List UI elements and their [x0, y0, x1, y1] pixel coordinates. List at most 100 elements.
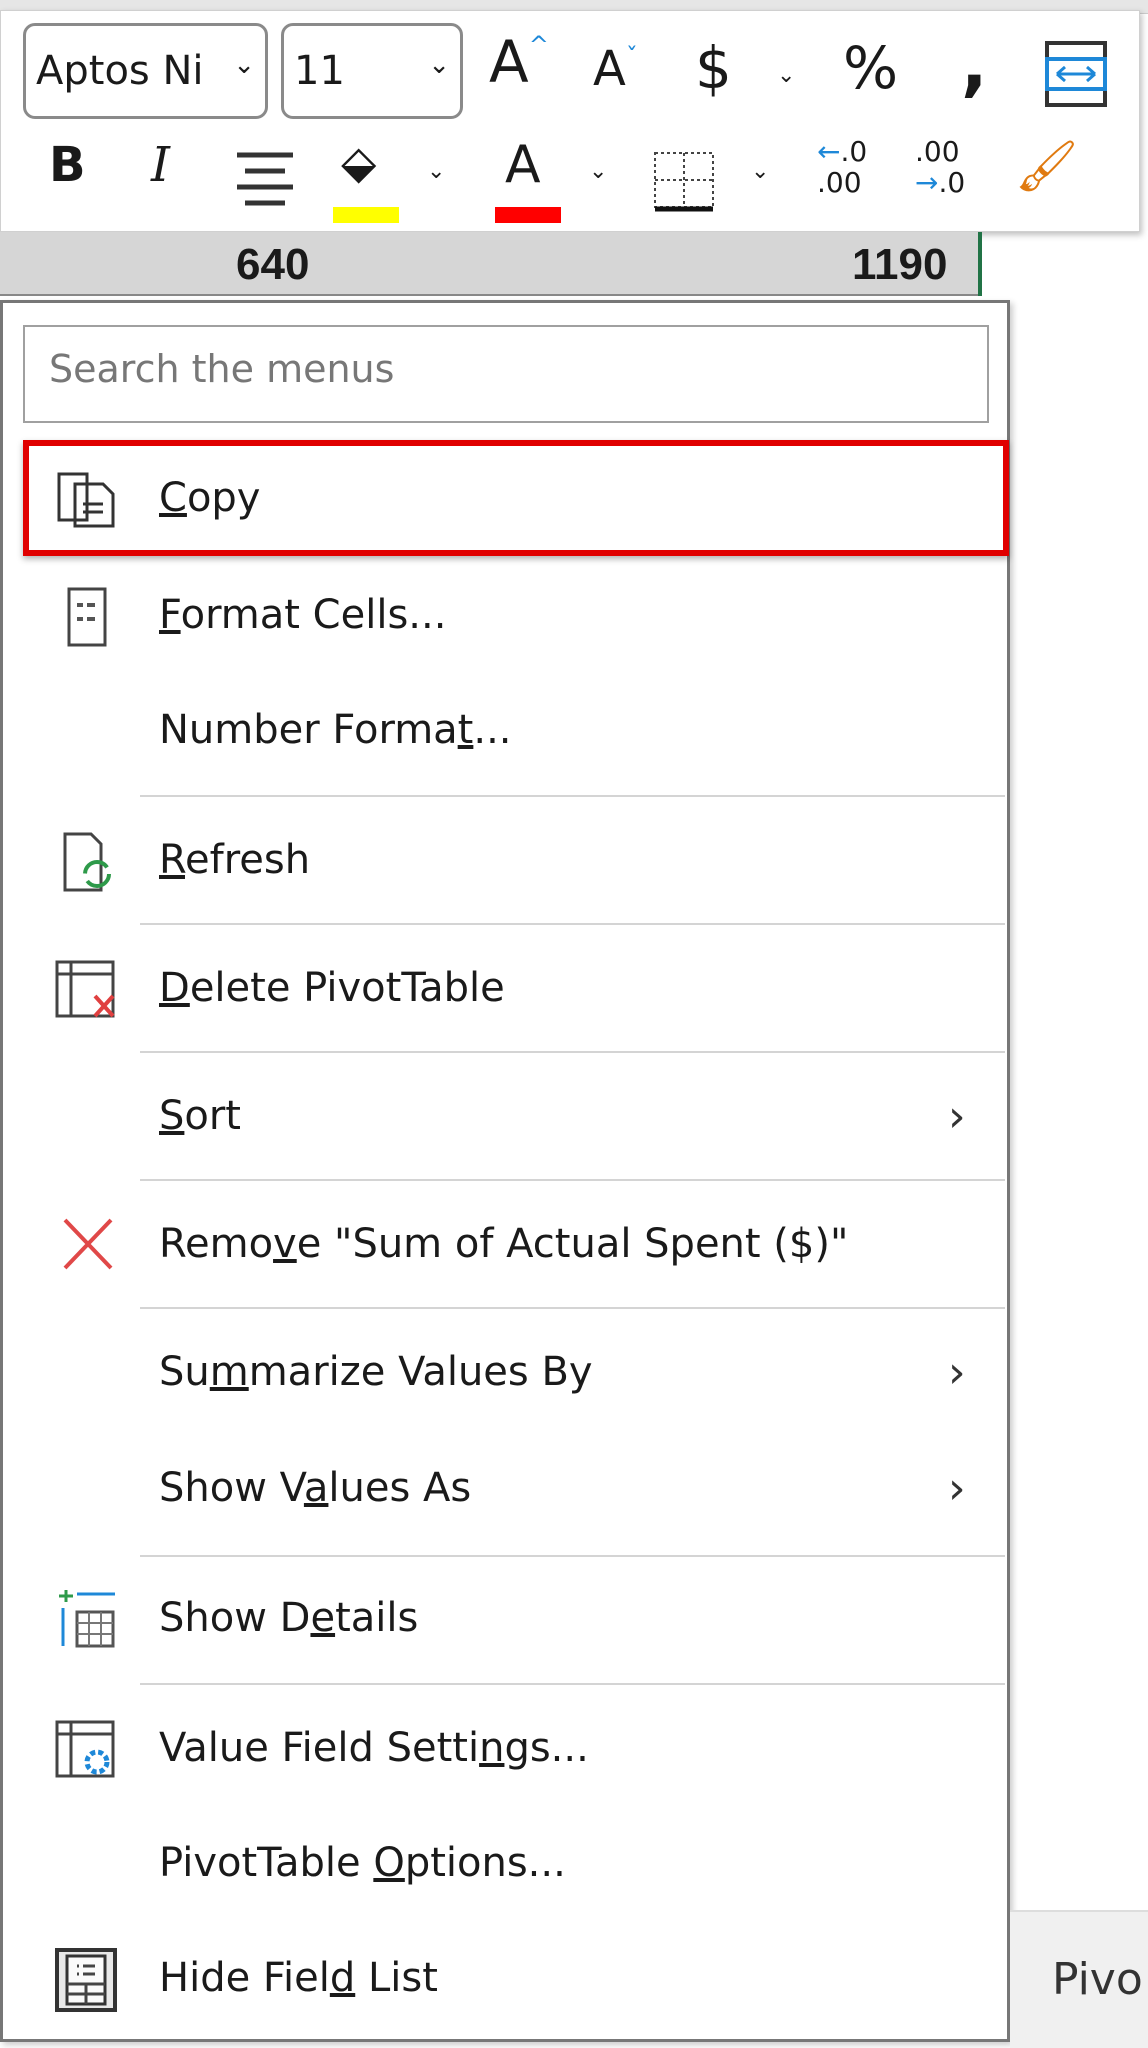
- label-text: Show V: [159, 1465, 304, 1511]
- copy-icon: [57, 472, 115, 528]
- accelerator-key: e: [310, 1595, 336, 1641]
- fill-color-swatch: [333, 207, 399, 223]
- label-text: e "Sum of Actual Spent ($)": [296, 1221, 849, 1267]
- label-text: Remo: [159, 1221, 274, 1267]
- label-text: ...: [473, 707, 512, 753]
- format-painter-icon[interactable]: 🖌: [1015, 141, 1078, 191]
- refresh-icon: [63, 832, 111, 892]
- menu-item-show-values-as[interactable]: Show Values As ›: [3, 1432, 1007, 1544]
- accelerator-key: t: [457, 707, 474, 753]
- remove-x-icon: [63, 1218, 113, 1270]
- accelerator-key: O: [373, 1840, 405, 1886]
- menu-separator: [140, 1555, 1005, 1557]
- font-color-swatch: [495, 207, 561, 223]
- accelerator-key: d: [329, 1955, 356, 2001]
- cell-value[interactable]: 640: [236, 240, 309, 290]
- borders-icon[interactable]: [653, 151, 717, 213]
- field-list-icon: [55, 1948, 117, 2012]
- accelerator-key: R: [159, 837, 185, 883]
- chevron-down-icon[interactable]: ⌄: [777, 63, 795, 88]
- center-align-icon[interactable]: [235, 151, 295, 211]
- pivot-total-row[interactable]: 640 1190: [0, 232, 980, 296]
- menu-separator: [140, 1051, 1005, 1053]
- accelerator-key: F: [159, 592, 181, 638]
- menu-item-show-details[interactable]: Show Details: [3, 1562, 1007, 1674]
- label-text: tails: [335, 1595, 419, 1641]
- currency-icon[interactable]: $: [695, 39, 732, 97]
- cell-value[interactable]: 1190: [852, 240, 947, 290]
- accelerator-key: a: [303, 1465, 329, 1511]
- menu-item-remove-field[interactable]: Remove "Sum of Actual Spent ($)": [3, 1188, 1007, 1300]
- label-text: Show D: [159, 1595, 311, 1641]
- menu-separator: [140, 1307, 1005, 1309]
- wrap-text-icon[interactable]: [1045, 41, 1107, 107]
- chevron-right-icon: ›: [948, 1462, 966, 1514]
- menu-item-number-format[interactable]: Number Format...: [3, 674, 1007, 786]
- show-details-icon: [59, 1590, 115, 1648]
- menu-item-format-cells[interactable]: Format Cells...: [3, 559, 1007, 671]
- menu-item-sort[interactable]: Sort ›: [3, 1060, 1007, 1172]
- label-text: PivotTable: [159, 1840, 374, 1886]
- font-color-icon[interactable]: A: [505, 139, 541, 191]
- font-size-combo[interactable]: 11 ⌄: [281, 23, 463, 119]
- accelerator-key: n: [479, 1725, 505, 1771]
- context-menu: Search the menus Copy Format Cells... Nu…: [0, 300, 1010, 2042]
- menu-separator: [140, 1683, 1005, 1685]
- accelerator-key: m: [209, 1349, 249, 1395]
- menu-separator: [140, 923, 1005, 925]
- spreadsheet-background: Aptos Ni ⌄ 11 ⌄ A^ Aˇ $ ⌄ % , B I ⬙ ⌄ A …: [0, 0, 1148, 2048]
- label-text: ort: [184, 1093, 241, 1139]
- label-text: lues As: [328, 1465, 472, 1511]
- chevron-down-icon[interactable]: ⌄: [751, 159, 769, 184]
- label-text: Number Forma: [159, 707, 458, 753]
- chevron-down-icon[interactable]: ⌄: [427, 159, 445, 184]
- search-menus-input[interactable]: Search the menus: [23, 325, 989, 423]
- pivot-pane-tab-strip: Pivo: [1010, 1910, 1148, 2048]
- label-text: Su: [159, 1349, 210, 1395]
- chevron-down-icon[interactable]: ⌄: [589, 159, 607, 184]
- percent-icon[interactable]: %: [843, 39, 898, 97]
- menu-separator: [140, 1179, 1005, 1181]
- accelerator-key: C: [159, 475, 187, 521]
- increase-decimal-icon[interactable]: ←.0.00: [817, 136, 867, 199]
- menu-item-refresh[interactable]: Refresh: [3, 804, 1007, 916]
- label-text: Value Field Setti: [159, 1725, 480, 1771]
- selection-border: [978, 232, 982, 296]
- label-text: ptions...: [404, 1840, 566, 1886]
- label-text: marize Values By: [248, 1349, 593, 1395]
- delete-pivottable-icon: [55, 960, 115, 1018]
- accelerator-key: D: [159, 965, 190, 1011]
- mini-toolbar: Aptos Ni ⌄ 11 ⌄ A^ Aˇ $ ⌄ % , B I ⬙ ⌄ A …: [0, 10, 1140, 232]
- accelerator-key: S: [159, 1093, 185, 1139]
- label-text: List: [355, 1955, 438, 2001]
- menu-item-pivottable-options[interactable]: PivotTable Options...: [3, 1807, 1007, 1919]
- chevron-down-icon[interactable]: ⌄: [233, 50, 255, 80]
- format-cells-icon: [67, 587, 107, 647]
- fill-color-icon[interactable]: ⬙: [341, 139, 376, 185]
- bold-icon[interactable]: B: [49, 141, 86, 189]
- menu-item-copy[interactable]: Copy: [3, 442, 1007, 554]
- menu-item-summarize-values-by[interactable]: Summarize Values By ›: [3, 1316, 1007, 1428]
- value-field-settings-icon: [55, 1720, 115, 1778]
- decrease-font-size-icon[interactable]: Aˇ: [593, 45, 638, 93]
- chevron-right-icon: ›: [948, 1090, 966, 1142]
- menu-item-hide-field-list[interactable]: Hide Field List: [3, 1922, 1007, 2034]
- menu-item-delete-pivottable[interactable]: Delete PivotTable: [3, 932, 1007, 1044]
- accelerator-key: v: [273, 1221, 297, 1267]
- menu-item-value-field-settings[interactable]: Value Field Settings...: [3, 1692, 1007, 1804]
- comma-style-icon[interactable]: ,: [961, 29, 988, 99]
- label-text: elete PivotTable: [189, 965, 505, 1011]
- increase-font-size-icon[interactable]: A^: [489, 33, 549, 91]
- font-size-value: 11: [294, 48, 345, 94]
- font-name-value: Aptos Ni: [36, 48, 204, 94]
- pivot-pane-label[interactable]: Pivo: [1052, 1954, 1143, 2005]
- chevron-right-icon: ›: [948, 1346, 966, 1398]
- font-name-combo[interactable]: Aptos Ni ⌄: [23, 23, 268, 119]
- label-text: opy: [186, 475, 261, 521]
- decrease-decimal-icon[interactable]: .00 →.0: [915, 136, 965, 199]
- chevron-down-icon[interactable]: ⌄: [428, 50, 450, 80]
- label-text: ormat Cells...: [180, 592, 447, 638]
- italic-icon[interactable]: I: [151, 141, 170, 189]
- label-text: Hide Fiel: [159, 1955, 330, 2001]
- label-text: gs...: [504, 1725, 589, 1771]
